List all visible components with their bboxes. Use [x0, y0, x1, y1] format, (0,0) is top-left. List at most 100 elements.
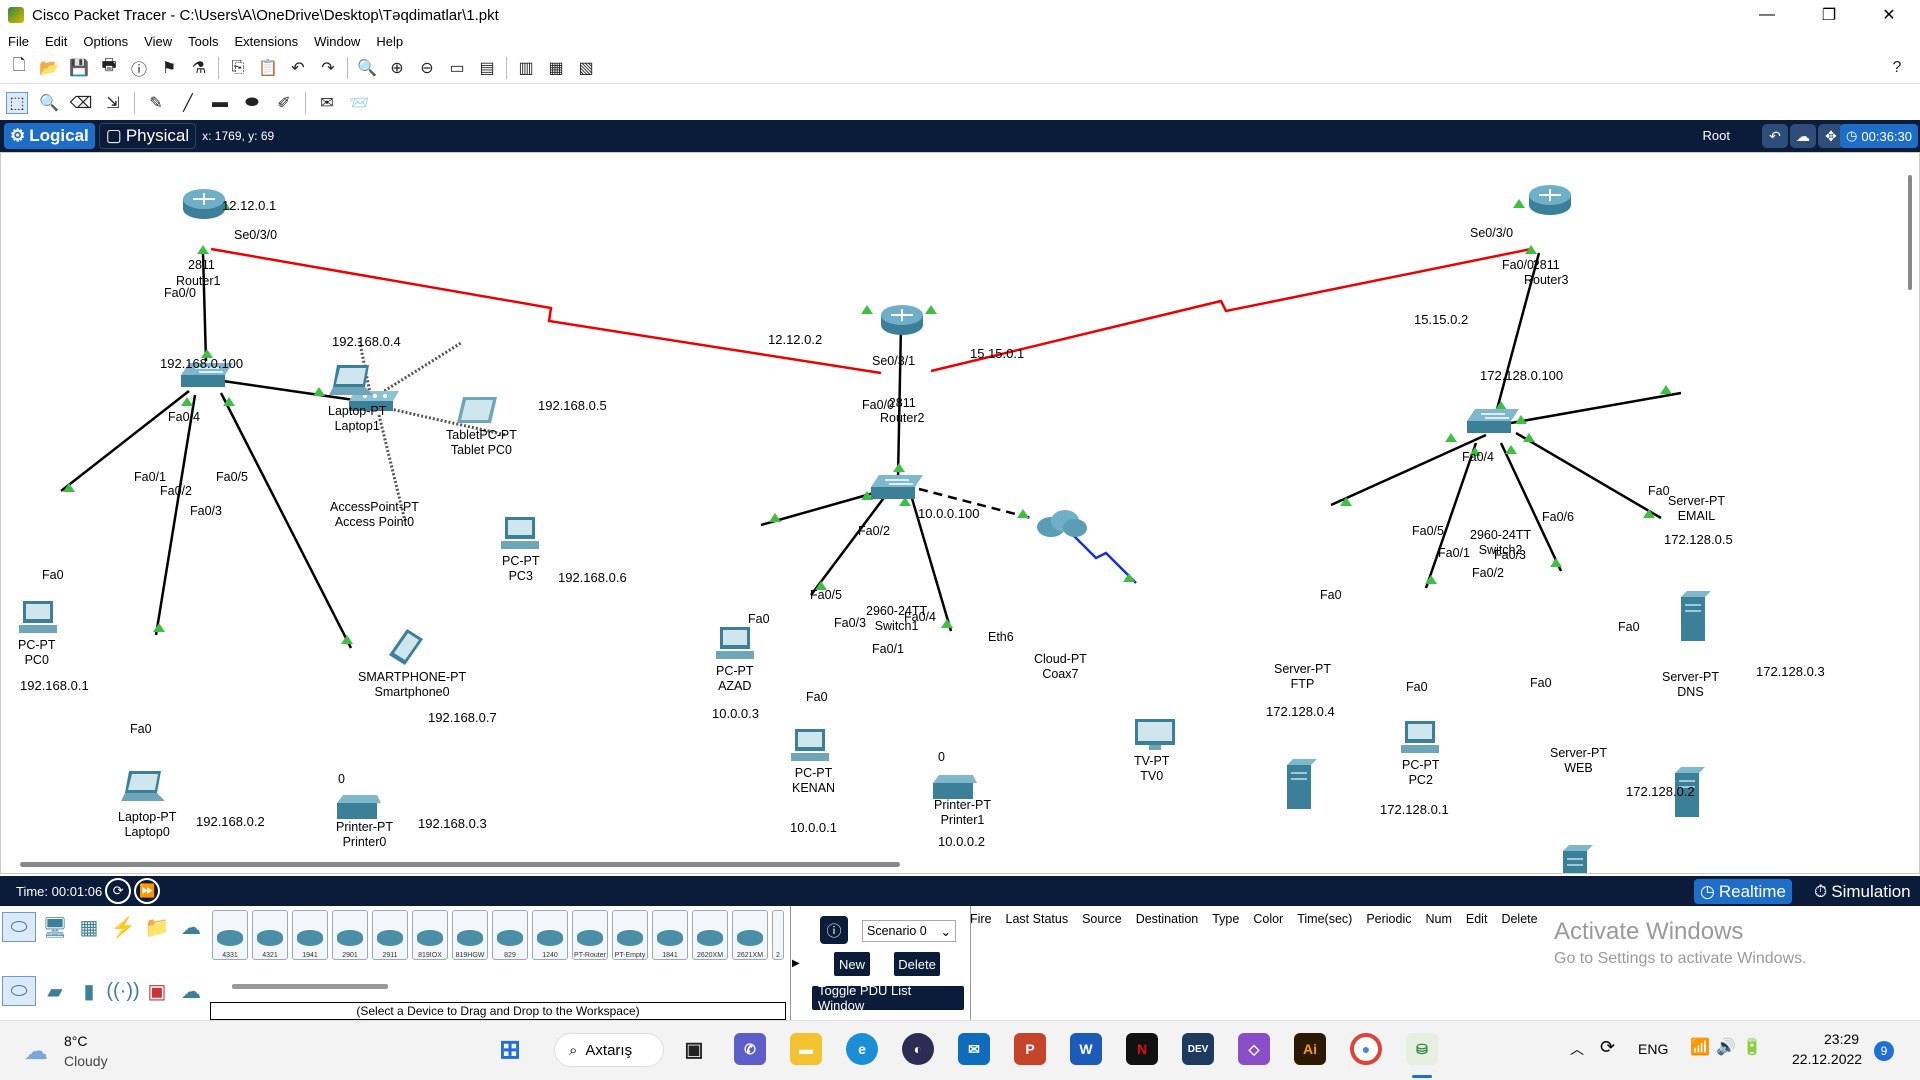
notification-badge[interactable]: 9: [1874, 1041, 1894, 1061]
select-tool-icon[interactable]: ⬚: [6, 92, 28, 114]
realtime-mode-button[interactable]: ◷ Realtime: [1694, 879, 1792, 904]
device-model-4321[interactable]: 4321: [252, 910, 288, 960]
pc-icon[interactable]: [19, 601, 57, 635]
device-model-pt-empty[interactable]: PT-Empty: [612, 910, 648, 960]
print-icon[interactable]: 🖶: [98, 57, 120, 79]
mail-icon[interactable]: ✉: [958, 1033, 990, 1065]
menu-tools[interactable]: Tools: [188, 34, 218, 49]
device-model-819iox[interactable]: 819IOX: [412, 910, 448, 960]
menu-file[interactable]: File: [8, 34, 29, 49]
session-clock[interactable]: ◷ 00:36:30: [1840, 124, 1918, 148]
laptop-icon[interactable]: [121, 771, 165, 805]
pdu-info-icon[interactable]: ⓘ: [820, 916, 848, 944]
save-icon[interactable]: 💾: [68, 57, 90, 79]
pc-icon[interactable]: [1401, 721, 1439, 755]
complex-pdu-icon[interactable]: 📨: [348, 92, 370, 114]
misc-category-icon[interactable]: 📁: [140, 912, 174, 942]
connections-category-icon[interactable]: ⚡: [106, 912, 140, 942]
model-scrollbar[interactable]: [232, 984, 388, 989]
device-model-2620xm[interactable]: 2620XM: [692, 910, 728, 960]
server-icon[interactable]: [1681, 591, 1711, 643]
redo-icon[interactable]: ↷: [317, 57, 339, 79]
security-subcategory-icon[interactable]: ▣: [140, 976, 174, 1006]
packet-tracer-taskbar-icon[interactable]: ⛁: [1406, 1033, 1438, 1065]
battery-icon[interactable]: 🔋: [1742, 1037, 1762, 1057]
zoom-reset-icon[interactable]: ⊕: [386, 57, 408, 79]
tablet-icon[interactable]: [457, 397, 497, 427]
device-model-829[interactable]: 829: [492, 910, 528, 960]
new-pdu-button[interactable]: New: [834, 952, 870, 976]
delete-pdu-button[interactable]: Delete: [894, 952, 940, 976]
paste-icon[interactable]: 📋: [257, 57, 279, 79]
panel-collapse-icon[interactable]: ▶: [792, 958, 800, 969]
zoom-in-icon[interactable]: 🔍: [356, 57, 378, 79]
file-explorer-icon[interactable]: ▬: [790, 1033, 822, 1065]
note-tool-icon[interactable]: ✎: [145, 92, 167, 114]
switch-icon[interactable]: [1467, 409, 1519, 435]
back-icon[interactable]: ↶: [1762, 124, 1788, 148]
undo-icon[interactable]: ↶: [287, 57, 309, 79]
chevron-up-icon[interactable]: ︿: [1570, 1039, 1584, 1059]
sync-icon[interactable]: ⟳: [1600, 1037, 1615, 1058]
taskbar-time[interactable]: 23:29: [1824, 1031, 1859, 1047]
dev-cpp-icon[interactable]: DEV: [1182, 1033, 1214, 1065]
toggle-pdu-list-button[interactable]: Toggle PDU List Window: [812, 983, 964, 1013]
maximize-button[interactable]: ❐: [1806, 0, 1852, 30]
drawing-palette-icon[interactable]: ▭: [446, 57, 468, 79]
device-model-1841[interactable]: 1841: [652, 910, 688, 960]
menu-options[interactable]: Options: [83, 34, 128, 49]
language-indicator[interactable]: ENG: [1638, 1041, 1668, 1057]
line-tool-icon[interactable]: ╱: [177, 92, 199, 114]
menu-window[interactable]: Window: [314, 34, 360, 49]
device-model-4331[interactable]: 4331: [212, 910, 248, 960]
visual-studio-icon[interactable]: ◇: [1238, 1033, 1270, 1065]
resize-tool-icon[interactable]: ⇲: [102, 92, 124, 114]
illustrator-icon[interactable]: Ai: [1294, 1033, 1326, 1065]
menu-view[interactable]: View: [144, 34, 172, 49]
router-icon[interactable]: [181, 187, 227, 221]
wifi-icon[interactable]: 📶: [1690, 1037, 1710, 1057]
cloud-icon[interactable]: [1035, 509, 1089, 539]
laptop-icon[interactable]: [329, 365, 373, 399]
device-model-1240[interactable]: 1240: [532, 910, 568, 960]
edge-browser-icon[interactable]: e: [846, 1033, 878, 1065]
device-model-partial[interactable]: 2: [772, 910, 784, 960]
menu-help[interactable]: Help: [376, 34, 403, 49]
pc-icon[interactable]: [501, 517, 539, 551]
network-info-icon[interactable]: ⚑: [158, 57, 180, 79]
pc-icon[interactable]: [716, 627, 754, 661]
router-icon[interactable]: [879, 303, 925, 337]
routers-subcategory-icon[interactable]: ⬭: [2, 976, 36, 1006]
chrome-icon[interactable]: ●: [1350, 1033, 1382, 1065]
copy-icon[interactable]: ⎘: [227, 57, 249, 79]
switches-subcategory-icon[interactable]: ▰: [38, 976, 72, 1006]
viewport-icon[interactable]: ▥: [515, 57, 537, 79]
close-button[interactable]: ✕: [1866, 0, 1912, 30]
simple-pdu-icon[interactable]: ✉: [316, 92, 338, 114]
simulation-mode-button[interactable]: ⏱ Simulation: [1808, 879, 1917, 904]
device-model-2911[interactable]: 2911: [372, 910, 408, 960]
smartphone-icon[interactable]: [389, 629, 425, 665]
router-icon[interactable]: [1527, 183, 1573, 217]
tab-logical[interactable]: ⚙ Logical: [4, 123, 95, 149]
rectangle-tool-icon[interactable]: ▬: [209, 92, 231, 114]
taskbar-date[interactable]: 22.12.2022: [1792, 1051, 1862, 1067]
wan-emulation-subcategory-icon[interactable]: ☁: [174, 976, 208, 1006]
teams-chat-icon[interactable]: ✆: [734, 1033, 766, 1065]
open-folder-icon[interactable]: 📂: [38, 57, 60, 79]
horizontal-scrollbar[interactable]: [20, 862, 900, 867]
multiuser-category-icon[interactable]: ☁: [174, 912, 208, 942]
vertical-scrollbar[interactable]: [1908, 175, 1912, 290]
device-model-2901[interactable]: 2901: [332, 910, 368, 960]
device-model-819hgw[interactable]: 819HGW: [452, 910, 488, 960]
network-devices-category-icon[interactable]: ⬭: [2, 912, 36, 942]
windows-start-icon[interactable]: ⊞: [494, 1033, 526, 1065]
netflix-icon[interactable]: N: [1126, 1033, 1158, 1065]
activity-wizard-icon[interactable]: ⚗: [188, 57, 210, 79]
switch-icon[interactable]: [871, 475, 923, 501]
info-icon[interactable]: ⓘ: [128, 57, 150, 79]
freeform-tool-icon[interactable]: ✐: [273, 92, 295, 114]
device-model-1941[interactable]: 1941: [292, 910, 328, 960]
hubs-subcategory-icon[interactable]: ▮: [72, 976, 106, 1006]
ellipse-tool-icon[interactable]: ⬬: [241, 92, 263, 114]
